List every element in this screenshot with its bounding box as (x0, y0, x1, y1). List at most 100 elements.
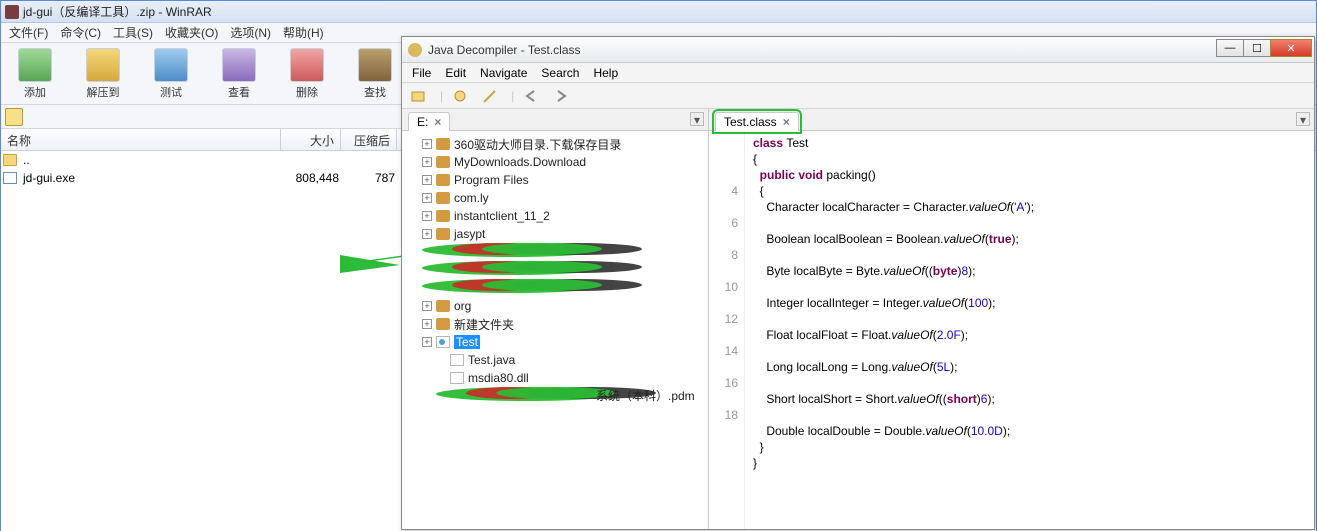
close-icon[interactable]: × (783, 115, 790, 129)
menu-options[interactable]: 选项(N) (230, 24, 271, 41)
package-tree[interactable]: +360驱动大师目录.下载保存目录+MyDownloads.Download+P… (402, 131, 708, 529)
delete-icon (290, 48, 324, 82)
expand-icon[interactable]: + (422, 337, 432, 347)
tree-node[interactable]: + instantclient_11_2 (404, 207, 706, 225)
tree-node[interactable] (422, 261, 706, 279)
window-controls: — ☐ ✕ (1217, 39, 1312, 57)
jd-menu-help[interactable]: Help (593, 66, 618, 80)
expand-icon[interactable]: + (422, 139, 432, 149)
tree-node[interactable]: + com.ly (404, 189, 706, 207)
menu-help[interactable]: 帮助(H) (283, 24, 324, 41)
tree-icon[interactable] (451, 87, 469, 105)
jd-titlebar[interactable]: Java Decompiler - Test.class — ☐ ✕ (402, 37, 1314, 63)
open-icon[interactable] (410, 87, 428, 105)
tree-node[interactable] (422, 243, 706, 261)
exe-icon (3, 172, 17, 184)
expand-icon[interactable]: + (422, 319, 432, 329)
expand-icon[interactable]: + (422, 175, 432, 185)
maximize-button[interactable]: ☐ (1243, 39, 1271, 57)
tree-node[interactable]: 系统（本科）.pdm (436, 387, 706, 405)
pkg-icon (436, 228, 450, 240)
drive-tab[interactable]: E: × (408, 112, 450, 131)
jd-menu-search[interactable]: Search (541, 66, 579, 80)
menu-file[interactable]: 文件(F) (9, 24, 48, 41)
tree-node[interactable]: +新建文件夹 (404, 315, 706, 333)
folder-icon (3, 154, 17, 166)
view-icon (222, 48, 256, 82)
forward-icon[interactable] (552, 87, 570, 105)
row-packed: 787 (341, 171, 397, 185)
jd-menu: File Edit Navigate Search Help (402, 63, 1314, 83)
tabbar-dropdown-icon[interactable]: ▾ (1296, 112, 1310, 126)
expand-icon[interactable]: + (422, 193, 432, 203)
close-button[interactable]: ✕ (1270, 39, 1312, 57)
tree-node[interactable]: + Test (404, 333, 706, 351)
tree-node[interactable]: Test.java (404, 351, 706, 369)
jd-body: E: × ▾ +360驱动大师目录.下载保存目录+MyDownloads.Dow… (402, 109, 1314, 529)
tree-node[interactable]: +360驱动大师目录.下载保存目录 (404, 135, 706, 153)
source-text: class Test{ public void packing() { Char… (745, 131, 1314, 529)
tb-add[interactable]: 添加 (11, 47, 59, 100)
tree-node-label: Program Files (454, 173, 529, 187)
row-size: 808,448 (281, 171, 341, 185)
winrar-title: jd-gui（反编译工具）.zip - WinRAR (23, 3, 212, 20)
editor-tabbar: Test.class × ▾ (709, 109, 1314, 131)
tree-node-label: msdia80.dll (468, 371, 529, 385)
pkg-icon (436, 192, 450, 204)
pkg-icon (436, 210, 450, 222)
editor-tab-test[interactable]: Test.class × (715, 112, 799, 131)
jd-app-icon (408, 43, 422, 57)
expand-icon[interactable]: + (422, 157, 432, 167)
tree-node-label: jasypt (454, 227, 485, 241)
tree-node[interactable]: msdia80.dll (404, 369, 706, 387)
col-name[interactable]: 名称 (1, 129, 281, 150)
winrar-icon (5, 5, 19, 19)
pkg-icon (436, 138, 450, 150)
pkg-icon (436, 318, 450, 330)
tree-node-label: MyDownloads.Download (454, 155, 586, 169)
expand-icon[interactable]: + (422, 211, 432, 221)
menu-tools[interactable]: 工具(S) (113, 24, 153, 41)
gutter: 4681012141618 (709, 131, 745, 529)
jd-toolbar: | | (402, 83, 1314, 109)
tree-node-label: 360驱动大师目录.下载保存目录 (454, 136, 621, 153)
menu-command[interactable]: 命令(C) (60, 24, 101, 41)
tree-node[interactable]: +org (404, 297, 706, 315)
minimize-button[interactable]: — (1216, 39, 1244, 57)
tb-test[interactable]: 测试 (147, 47, 195, 100)
expand-icon[interactable]: + (422, 229, 432, 239)
row-name: .. (21, 153, 281, 167)
back-icon[interactable] (522, 87, 540, 105)
tree-node[interactable] (422, 279, 706, 297)
tree-node[interactable]: + Program Files (404, 171, 706, 189)
drive-tab-label: E: (417, 115, 428, 129)
pkg-icon (436, 300, 450, 312)
col-size[interactable]: 大小 (281, 129, 341, 150)
close-icon[interactable]: × (434, 115, 441, 129)
tree-node-label: Test (454, 335, 480, 349)
tree-node[interactable]: + jasypt (404, 225, 706, 243)
tree-node[interactable]: + MyDownloads.Download (404, 153, 706, 171)
col-packed[interactable]: 压缩后 (341, 129, 397, 150)
tabbar-dropdown-icon[interactable]: ▾ (690, 112, 704, 126)
expand-icon[interactable]: + (422, 301, 432, 311)
file-icon (450, 354, 464, 366)
up-folder-button[interactable] (5, 108, 23, 126)
tb-view[interactable]: 查看 (215, 47, 263, 100)
tb-delete[interactable]: 删除 (283, 47, 331, 100)
menu-favorites[interactable]: 收藏夹(O) (165, 24, 218, 41)
wand-icon[interactable] (481, 87, 499, 105)
tb-extract[interactable]: 解压到 (79, 47, 127, 100)
tb-find[interactable]: 查找 (351, 47, 399, 100)
jd-tree-panel: E: × ▾ +360驱动大师目录.下载保存目录+MyDownloads.Dow… (402, 109, 709, 529)
tree-node-label: com.ly (454, 191, 489, 205)
jd-menu-edit[interactable]: Edit (445, 66, 466, 80)
jfile-icon (436, 336, 450, 348)
code-view[interactable]: 4681012141618 class Test{ public void pa… (709, 131, 1314, 529)
tree-node-label: Test.java (468, 353, 515, 367)
jd-menu-navigate[interactable]: Navigate (480, 66, 527, 80)
winrar-titlebar[interactable]: jd-gui（反编译工具）.zip - WinRAR (1, 1, 1316, 23)
add-icon (18, 48, 52, 82)
tree-node-label: instantclient_11_2 (454, 209, 550, 223)
jd-menu-file[interactable]: File (412, 66, 431, 80)
